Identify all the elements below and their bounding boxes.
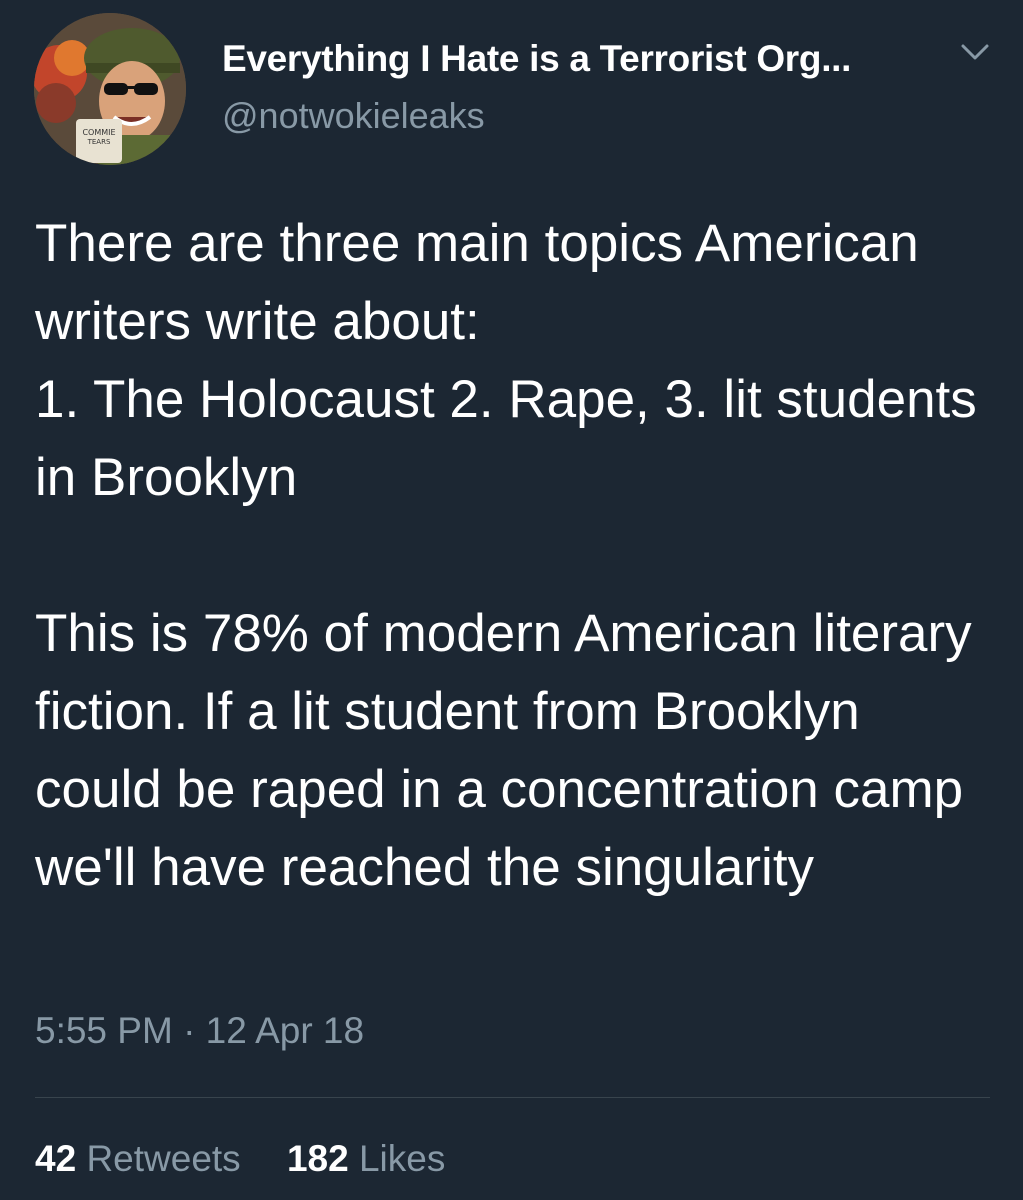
user-handle[interactable]: @notwokieleaks bbox=[222, 95, 485, 137]
retweets-label: Retweets bbox=[86, 1138, 241, 1179]
likes-label: Likes bbox=[358, 1138, 446, 1179]
tweet-text-line: There are three main topics American wri… bbox=[35, 214, 919, 351]
retweets-count: 42 bbox=[35, 1138, 77, 1179]
engagement-stats: 42 Retweets 182 Likes bbox=[35, 1138, 481, 1180]
tweet-text: There are three main topics American wri… bbox=[35, 205, 995, 907]
chevron-down-icon[interactable] bbox=[955, 34, 995, 70]
mug-text-2: TEARS bbox=[87, 138, 111, 146]
tweet-text-line bbox=[35, 517, 995, 595]
avatar[interactable]: COMMIE TEARS bbox=[34, 13, 186, 165]
tweet-text-line: This is 78% of modern American literary … bbox=[35, 604, 972, 897]
divider bbox=[35, 1097, 990, 1098]
likes-count: 182 bbox=[286, 1138, 349, 1179]
avatar-image: COMMIE TEARS bbox=[34, 13, 186, 165]
timestamp[interactable]: 5:55 PM · 12 Apr 18 bbox=[35, 1010, 364, 1052]
tweet-card: COMMIE TEARS Everything I Hate is a Terr… bbox=[0, 0, 1023, 1200]
likes-stat[interactable]: 182 Likes bbox=[287, 1138, 445, 1180]
retweets-stat[interactable]: 42 Retweets bbox=[35, 1138, 241, 1180]
mug-text-1: COMMIE bbox=[82, 128, 115, 137]
tweet-text-line: 1. The Holocaust 2. Rape, 3. lit student… bbox=[35, 370, 977, 507]
display-name[interactable]: Everything I Hate is a Terrorist Org... bbox=[222, 38, 851, 80]
